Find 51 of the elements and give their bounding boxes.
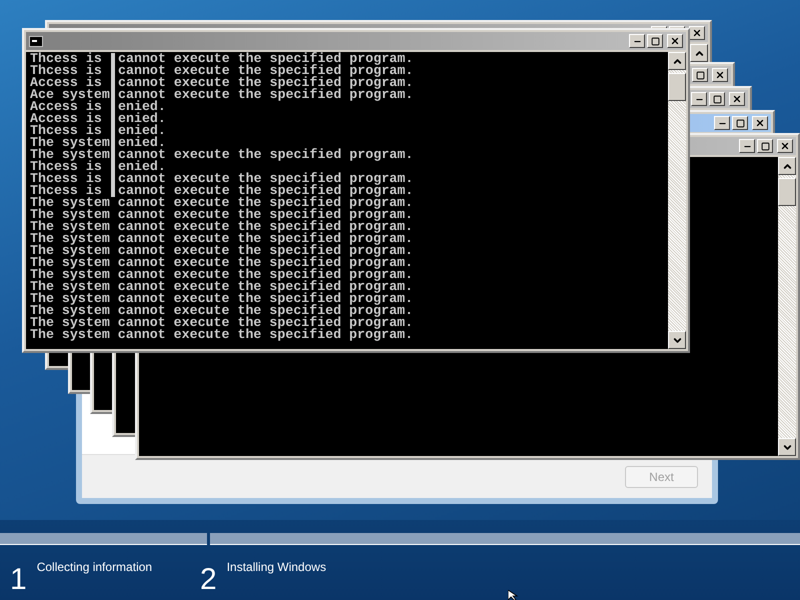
console-line: enied. bbox=[118, 137, 166, 149]
console-line: The system cannot execute the specified program. bbox=[30, 233, 414, 245]
console-line: Access is bbox=[30, 113, 103, 125]
console-line: enied. bbox=[118, 161, 166, 173]
step-number: 2 bbox=[200, 564, 217, 596]
console-line: The system cannot execute the specified program. bbox=[30, 329, 414, 341]
console-line: The system cannot execute the specified program. bbox=[30, 317, 414, 329]
console-line: cannot execute the specified program. bbox=[118, 65, 414, 77]
console-line: The system bbox=[30, 149, 110, 161]
close-icon bbox=[670, 36, 680, 46]
console-line: cannot execute the specified program. bbox=[118, 77, 414, 89]
scroll-up-button[interactable] bbox=[668, 52, 686, 70]
console-line: cannot execute the specified program. bbox=[118, 149, 414, 161]
console-line: The system cannot execute the specified program. bbox=[30, 257, 414, 269]
console-line: The system cannot execute the specified program. bbox=[30, 221, 414, 233]
maximize-icon bbox=[650, 36, 660, 46]
maximize-button[interactable] bbox=[647, 34, 663, 48]
scroll-down-button[interactable] bbox=[668, 331, 686, 349]
console-line: The system cannot execute the specified program. bbox=[30, 269, 414, 281]
console-line: enied. bbox=[118, 113, 166, 125]
console-line: Thcess is bbox=[30, 53, 103, 65]
mouse-cursor-icon bbox=[508, 590, 520, 600]
console-line: enied. bbox=[118, 125, 166, 137]
console-line: The system cannot execute the specified program. bbox=[30, 197, 414, 209]
console-line: Ace system bbox=[30, 89, 110, 101]
console-line: Thcess is bbox=[30, 161, 102, 173]
console-line: Thcess is bbox=[30, 173, 103, 185]
console-line: The system cannot execute the specified program. bbox=[30, 209, 414, 221]
minimize-button[interactable] bbox=[629, 34, 645, 48]
console-line: Thcess is bbox=[30, 125, 102, 137]
console-line: The system cannot execute the specified program. bbox=[30, 305, 414, 317]
close-button[interactable] bbox=[667, 34, 683, 48]
console-line: Thcess is bbox=[30, 185, 102, 197]
console-line: The system cannot execute the specified program. bbox=[30, 293, 414, 305]
scroll-thumb[interactable] bbox=[668, 73, 686, 101]
step-label: Collecting information bbox=[36, 559, 152, 576]
console-app-icon bbox=[29, 36, 43, 46]
scrollbar[interactable] bbox=[668, 52, 686, 349]
console-line: cannot execute the specified program. bbox=[118, 185, 414, 197]
step-label: Installing Windows bbox=[226, 559, 326, 576]
console-line: cannot execute the specified program. bbox=[118, 53, 414, 65]
console-line: Access is bbox=[30, 101, 102, 113]
step-number: 1 bbox=[10, 564, 27, 596]
console-line: cannot execute the specified program. bbox=[118, 89, 414, 101]
console-line: The system bbox=[30, 137, 110, 149]
console-line: Thcess is bbox=[30, 65, 103, 77]
console-line: The system cannot execute the specified program. bbox=[30, 281, 414, 293]
console-line: Access is bbox=[30, 77, 102, 89]
console-line: enied. bbox=[118, 101, 166, 113]
console-line: The system cannot execute the specified program. bbox=[30, 245, 414, 257]
console-line: cannot execute the specified program. bbox=[118, 173, 414, 185]
